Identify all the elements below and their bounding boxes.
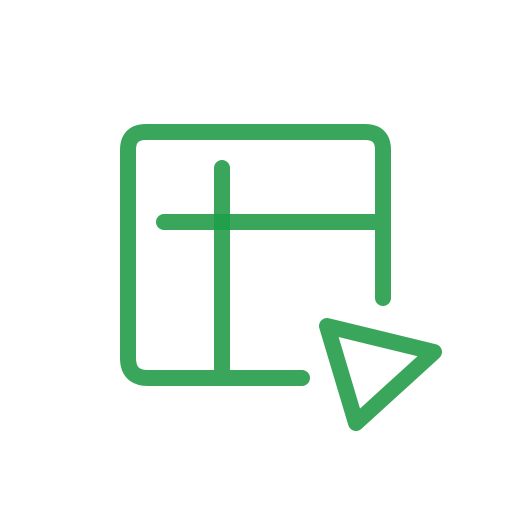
icon-canvas [0,0,512,512]
cursor-triangle [319,318,442,431]
grid-intersection [214,214,230,230]
table-select-icon [120,124,442,431]
table-frame-outline [120,124,391,386]
